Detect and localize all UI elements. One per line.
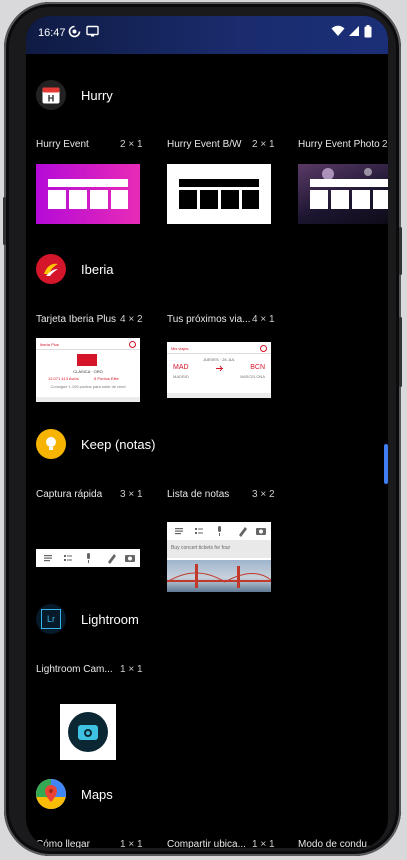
battery-icon [364, 25, 372, 41]
widget-list[interactable]: H Hurry Hurry Event 2 × 1 Hurry Event B/… [26, 54, 388, 848]
iberia-trip-from-code: MAD [173, 364, 189, 371]
camera-icon [68, 712, 108, 752]
widget-preview-iberia-card[interactable]: Iberia Plus CLÁSICA · ORO 12.071 413 Avi… [36, 338, 140, 402]
widget-preview-iberia-trips[interactable]: Mis viajes JUEVES · 24 JUL MAD MADRID BC… [167, 342, 271, 398]
widget-label: Hurry Event Photo [298, 139, 380, 150]
widget-size: 4 × 2 [120, 314, 143, 325]
divider [36, 349, 140, 350]
widget-label: Hurry Event B/W [167, 139, 242, 150]
power-button [399, 227, 402, 275]
app-name: Keep (notas) [81, 436, 156, 452]
wifi-icon [331, 25, 345, 40]
widget-label: Lista de notas [167, 489, 230, 500]
app-name: Hurry [81, 87, 113, 103]
iberia-trip-date: JUEVES · 24 JUL [203, 357, 235, 362]
divider [167, 353, 271, 354]
iberia-card-note: Consigue 1.109 puntos para subir de nive… [50, 384, 126, 389]
status-bar: 16:47 [26, 16, 388, 54]
widget-size: 2 [382, 139, 388, 150]
app-header-iberia: Iberia [36, 254, 114, 284]
iberia-trip-title: Mis viajes [171, 346, 189, 351]
card-footer [36, 397, 140, 402]
widget-preview-lightroom-camera[interactable] [60, 704, 116, 760]
widget-size: 4 × 1 [252, 314, 275, 325]
widget-preview-keep-quick[interactable] [36, 549, 140, 567]
refresh-icon [129, 341, 136, 348]
widget-preview-hurry-photo[interactable] [298, 164, 388, 224]
widget-preview-hurry-event[interactable] [36, 164, 140, 224]
plane-icon [216, 365, 223, 373]
keep-note-text: Buy concert tickets for four [171, 545, 231, 551]
iberia-card-brand: Iberia Plus [40, 342, 59, 347]
screen: 16:47 H Hurry Hurry Event 2 × 1 Hurry Ev… [26, 16, 388, 848]
lightroom-logo: Lr [41, 609, 61, 629]
alert-slider [399, 317, 402, 387]
app-name: Lightroom [81, 611, 139, 627]
widget-label: Tus próximos via... [167, 314, 251, 325]
iberia-trip-from-city: MADRID [173, 374, 189, 379]
widget-label: Modo de condu... [298, 839, 376, 848]
iberia-card-points: 5 Puntos Elite [94, 376, 119, 381]
widget-size: 2 × 1 [120, 139, 143, 150]
lightroom-app-icon: Lr [36, 604, 66, 634]
widget-size: 2 × 1 [252, 139, 275, 150]
cast-icon [86, 25, 99, 40]
widget-size: 1 × 1 [252, 839, 275, 848]
widget-label: Lightroom Cam... [36, 664, 113, 675]
iberia-card-image [77, 354, 97, 366]
maps-app-icon [36, 779, 66, 809]
iberia-app-icon [36, 254, 66, 284]
iberia-card-avios: 12.071 413 Avios [48, 376, 79, 381]
widget-preview-keep-list[interactable]: Buy concert tickets for four [167, 522, 271, 592]
widget-size: 1 [382, 839, 388, 848]
app-header-lightroom: Lr Lightroom [36, 604, 139, 634]
widget-size: 1 × 1 [120, 664, 143, 675]
widget-preview-hurry-bw[interactable] [167, 164, 271, 224]
phone-frame: 16:47 H Hurry Hurry Event 2 × 1 Hurry Ev… [3, 2, 402, 856]
widget-size: 3 × 1 [120, 489, 143, 500]
widget-size: 3 × 2 [252, 489, 275, 500]
hurry-app-icon: H [36, 80, 66, 110]
keep-note-image [167, 560, 271, 592]
widget-label: Tarjeta Iberia Plus [36, 314, 117, 325]
app-name: Iberia [81, 261, 114, 277]
iberia-trip-to-code: BCN [250, 364, 265, 371]
app-header-keep: Keep (notas) [36, 429, 155, 459]
widget-label: Compartir ubica... [167, 839, 246, 848]
refresh-icon [260, 345, 267, 352]
svg-text:H: H [48, 94, 55, 104]
volume-button [3, 197, 6, 245]
status-time: 16:47 [38, 27, 66, 39]
widget-label: Cómo llegar [36, 839, 90, 848]
keep-app-icon [36, 429, 66, 459]
card-footer [167, 393, 271, 398]
widget-label: Captura rápida [36, 489, 103, 500]
app-header-maps: Maps [36, 779, 113, 809]
iberia-card-tier: CLÁSICA · ORO [73, 369, 103, 374]
signal-icon [348, 25, 360, 40]
widget-label: Hurry Event [36, 139, 89, 150]
widget-size: 1 × 1 [120, 839, 143, 848]
app-header-hurry: H Hurry [36, 80, 113, 110]
iberia-trip-to-city: BARCELONA [240, 374, 265, 379]
app-name: Maps [81, 786, 113, 802]
notification-icon [68, 25, 81, 41]
scrollbar-thumb[interactable] [384, 444, 388, 484]
